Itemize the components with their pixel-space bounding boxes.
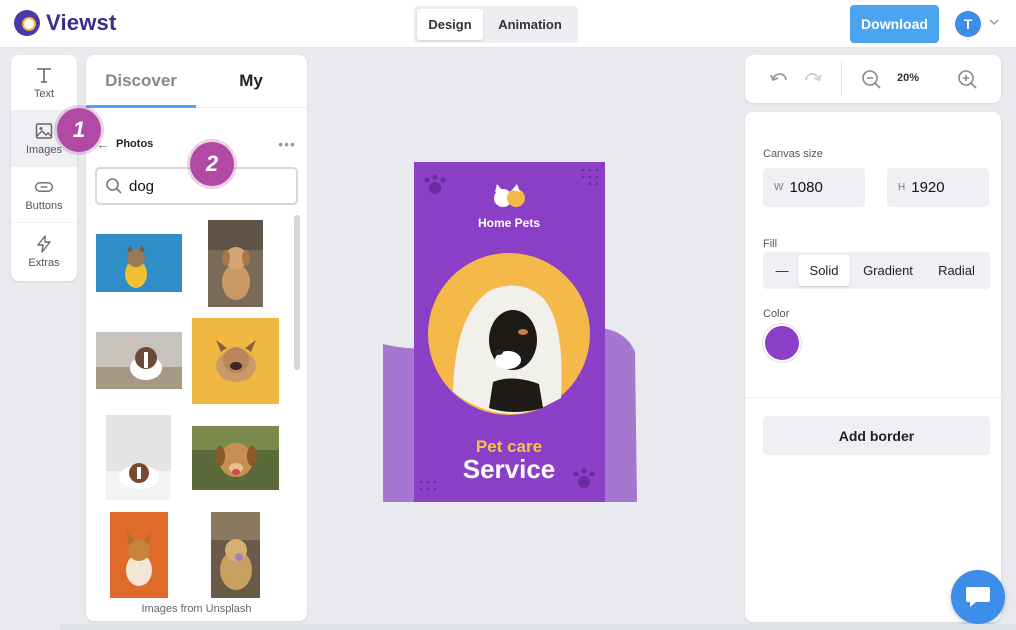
viewst-logo-icon xyxy=(14,10,40,36)
search-icon xyxy=(106,178,122,194)
step-marker-1: 1 xyxy=(57,108,101,152)
bottom-scrollbar[interactable] xyxy=(60,624,1016,630)
section-title: Photos xyxy=(116,138,154,150)
zoom-level[interactable]: 20% xyxy=(897,72,919,84)
fill-gradient-option[interactable]: Gradient xyxy=(850,255,926,286)
photo-result[interactable] xyxy=(211,512,260,598)
width-value: 1080 xyxy=(789,179,823,196)
lightning-icon xyxy=(37,234,51,253)
photo-result[interactable] xyxy=(96,234,182,292)
image-icon xyxy=(35,123,53,139)
brand-name: Home Pets xyxy=(478,216,540,230)
tool-extras[interactable]: Extras xyxy=(11,223,77,279)
tool-label: Extras xyxy=(28,256,60,269)
toolbar-divider xyxy=(841,61,842,97)
canvas-size-label: Canvas size xyxy=(763,148,823,160)
properties-panel: Canvas size W 1080 H 1920 Fill — Solid G… xyxy=(745,112,1001,622)
headline-main: Service xyxy=(463,454,556,484)
photos-panel: Discover My ← Photos ••• dog Images from… xyxy=(86,55,307,621)
color-label: Color xyxy=(763,308,790,320)
photo-results xyxy=(86,215,307,600)
button-icon xyxy=(35,182,53,192)
app-logo[interactable]: Viewst xyxy=(14,10,117,36)
zoom-out-button[interactable] xyxy=(859,67,883,91)
height-field[interactable]: H 1920 xyxy=(887,168,989,207)
text-icon xyxy=(37,68,51,83)
color-swatch[interactable] xyxy=(763,324,801,362)
app-name: Viewst xyxy=(46,10,117,35)
photo-result[interactable] xyxy=(110,512,168,598)
top-bar: Viewst Design Animation Download T xyxy=(0,0,1016,48)
tool-buttons[interactable]: Buttons xyxy=(11,167,77,223)
tab-discover[interactable]: Discover xyxy=(86,55,196,108)
fill-solid-option[interactable]: Solid xyxy=(798,255,850,286)
tool-label: Text xyxy=(33,88,55,100)
redo-button[interactable] xyxy=(801,67,825,91)
chat-icon xyxy=(966,587,990,607)
tool-rail: Text Images Buttons Extras xyxy=(11,55,77,281)
redo-icon xyxy=(805,73,822,82)
height-prefix: H xyxy=(898,182,906,193)
section-divider xyxy=(745,397,1001,398)
history-zoom-toolbar: 20% xyxy=(745,55,1001,103)
photo-result[interactable] xyxy=(96,332,182,389)
chat-support-button[interactable] xyxy=(951,570,1005,624)
download-button[interactable]: Download xyxy=(850,5,939,43)
fill-label: Fill xyxy=(763,238,778,250)
add-border-button[interactable]: Add border xyxy=(763,416,990,455)
photo-result[interactable] xyxy=(192,426,279,490)
fill-none-option[interactable]: — xyxy=(766,255,798,286)
tab-design[interactable]: Design xyxy=(417,9,483,40)
unsplash-credit: Images from Unsplash xyxy=(141,603,252,615)
undo-button[interactable] xyxy=(767,67,791,91)
mode-toggle: Design Animation xyxy=(414,6,578,43)
width-prefix: W xyxy=(774,182,784,193)
avatar[interactable]: T xyxy=(955,11,981,37)
zoom-in-button[interactable] xyxy=(955,67,979,91)
chevron-down-icon[interactable] xyxy=(989,17,999,27)
zoom-in-icon xyxy=(958,70,977,89)
undo-icon xyxy=(770,73,787,82)
step-marker-2: 2 xyxy=(190,142,234,186)
tool-text[interactable]: Text xyxy=(11,55,77,111)
fill-type-selector: — Solid Gradient Radial xyxy=(763,252,990,289)
photo-result[interactable] xyxy=(106,415,171,500)
panel-tabs: Discover My xyxy=(86,55,307,108)
more-options-icon[interactable]: ••• xyxy=(278,136,296,152)
zoom-out-icon xyxy=(862,70,881,89)
width-field[interactable]: W 1080 xyxy=(763,168,865,207)
tool-label: Images xyxy=(25,144,63,156)
results-scrollbar[interactable] xyxy=(294,215,300,370)
photo-result[interactable] xyxy=(192,318,279,404)
fill-radial-option[interactable]: Radial xyxy=(926,255,987,286)
tool-label: Buttons xyxy=(25,200,63,212)
photo-result[interactable] xyxy=(208,220,263,307)
design-canvas[interactable]: Home Pets Pet care Service xyxy=(383,162,637,502)
tab-my[interactable]: My xyxy=(196,55,306,107)
height-value: 1920 xyxy=(911,179,945,196)
tab-animation[interactable]: Animation xyxy=(485,9,575,40)
